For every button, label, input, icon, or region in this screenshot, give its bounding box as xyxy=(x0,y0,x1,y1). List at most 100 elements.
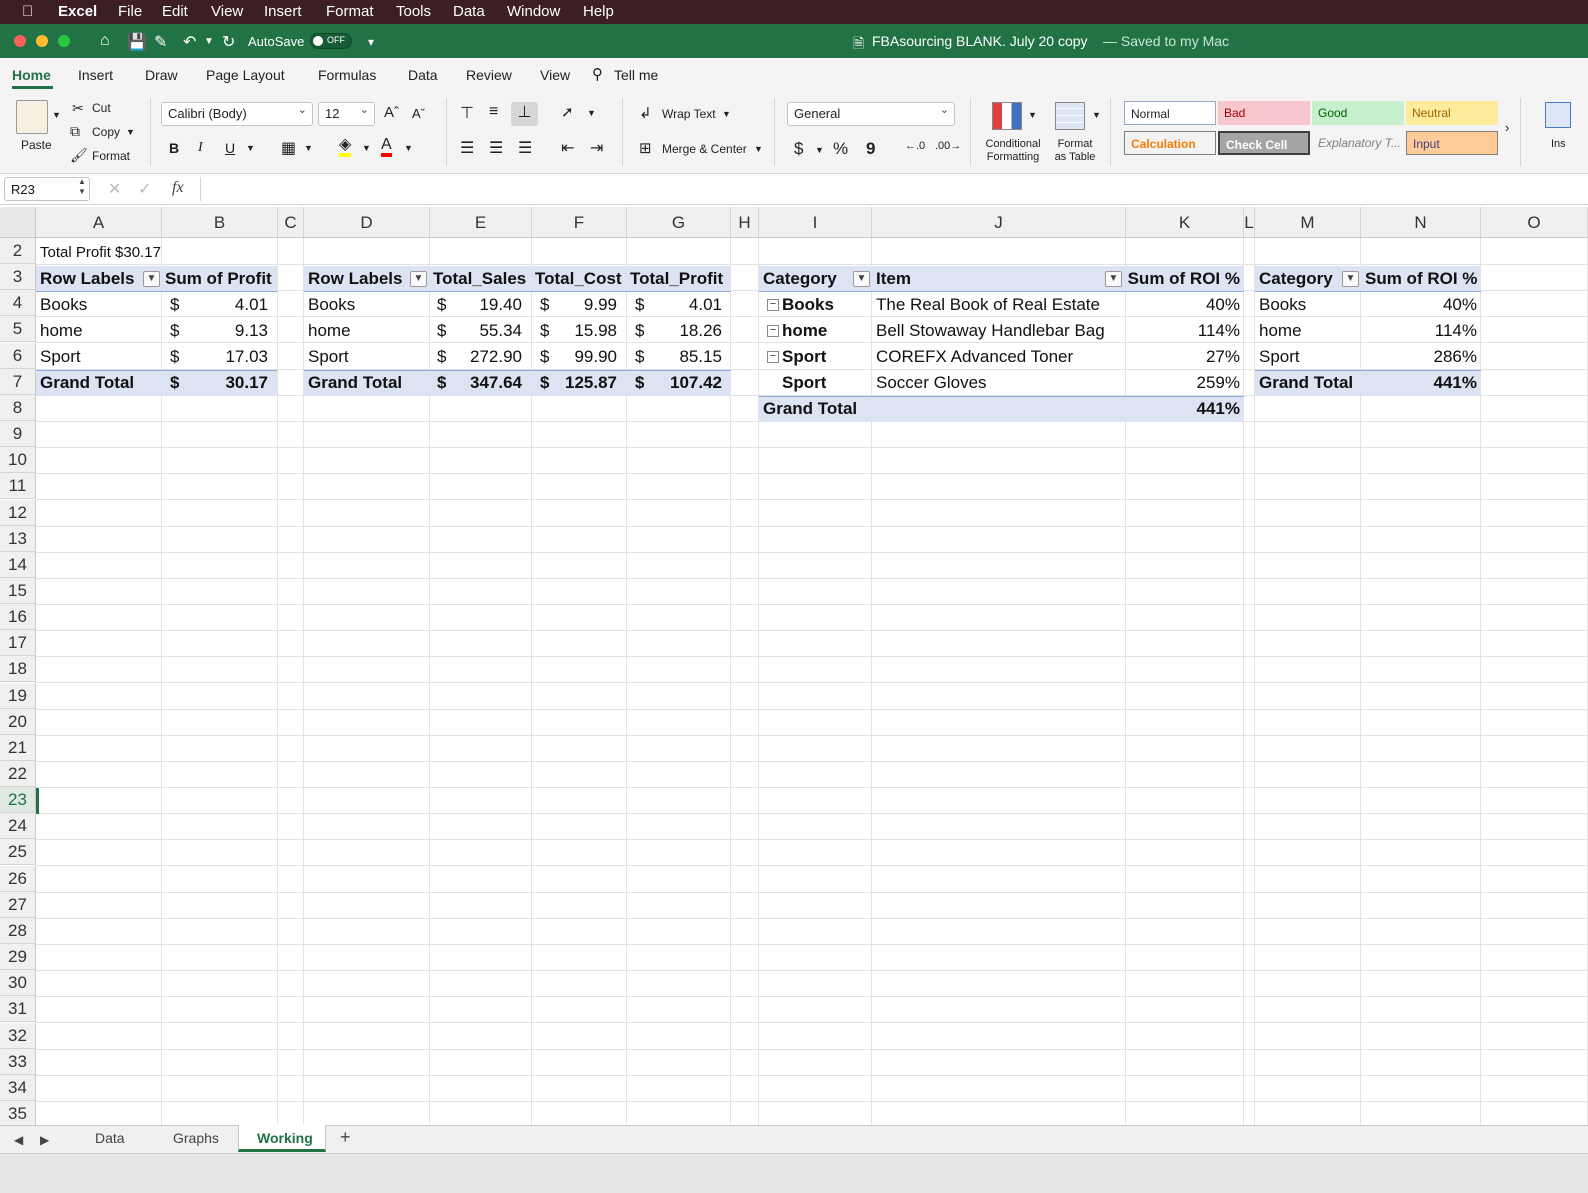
fill-color-icon[interactable]: ◈ xyxy=(339,137,352,157)
pivot4-roi-home[interactable]: 114% xyxy=(1365,318,1477,344)
pivot1-label-sport[interactable]: Sport xyxy=(40,344,81,370)
scissors-icon[interactable]: ✂ xyxy=(72,100,84,117)
row-header-3[interactable]: 3 xyxy=(0,264,36,291)
spreadsheet-grid[interactable]: ABCDEFGHIJKLMNO 2 3 4 5 6 7 8 9 10 11 12 13 14 15 16 17… xyxy=(0,207,1588,1137)
pivot2-label-home[interactable]: home xyxy=(308,318,351,344)
pivot2-sales-sport[interactable]: 272.90 xyxy=(455,344,522,370)
row-header-25[interactable]: 25 xyxy=(0,839,36,866)
column-header-c[interactable]: C xyxy=(278,207,304,238)
sheet-tab-working[interactable]: Working xyxy=(257,1130,313,1146)
pivot2-sales-books[interactable]: 19.40 xyxy=(455,292,522,318)
row-header-21[interactable]: 21 xyxy=(0,734,36,761)
font-color-dropdown-icon[interactable]: ▼ xyxy=(404,143,413,153)
insert-cells-icon[interactable] xyxy=(1545,102,1571,128)
currency-button[interactable]: $ xyxy=(794,139,803,159)
column-header-m[interactable]: M xyxy=(1255,207,1361,238)
column-header-a[interactable]: A xyxy=(36,207,162,238)
align-bottom-icon[interactable]: ⊥ xyxy=(511,102,538,126)
name-box-stepper-icon[interactable]: ▲ ▼ xyxy=(78,177,86,197)
menu-window[interactable]: Window xyxy=(507,3,560,20)
row-header-9[interactable]: 9 xyxy=(0,421,36,448)
row-header-30[interactable]: 30 xyxy=(0,970,36,997)
insert-function-button[interactable]: fx xyxy=(172,179,184,197)
pivot3-roi-2[interactable]: 114% xyxy=(1126,318,1240,344)
format-painter-button[interactable]: Format xyxy=(92,149,130,163)
filter-dropdown-icon[interactable]: ▼ xyxy=(410,271,427,287)
row-header-6[interactable]: 6 xyxy=(0,342,36,369)
font-name-dropdown[interactable]: Calibri (Body) xyxy=(161,102,313,126)
pivot2-label-books[interactable]: Books xyxy=(308,292,355,318)
pivot1-grand-total-label[interactable]: Grand Total xyxy=(40,370,134,396)
decrease-indent-icon[interactable]: ⇤ xyxy=(561,138,574,158)
pivot3-grand-total-label[interactable]: Grand Total xyxy=(763,396,857,422)
row-header-12[interactable]: 12 xyxy=(0,499,36,526)
tab-formulas[interactable]: Formulas xyxy=(318,67,376,83)
pivot1-label-home[interactable]: home xyxy=(40,318,83,344)
pivot1-value-books[interactable]: 4.01 xyxy=(190,292,268,318)
undo-dropdown-icon[interactable]: ▼ xyxy=(204,36,214,47)
number-format-dropdown[interactable]: General xyxy=(787,102,955,126)
edit-icon[interactable]: ✎ xyxy=(154,32,167,52)
menu-tools[interactable]: Tools xyxy=(396,3,431,20)
pivot3-header-category[interactable]: Category xyxy=(763,266,837,292)
conditional-formatting-button[interactable]: Conditional Formatting xyxy=(982,138,1044,164)
conditional-formatting-dropdown-icon[interactable]: ▼ xyxy=(1028,110,1037,120)
row-header-32[interactable]: 32 xyxy=(0,1022,36,1049)
pivot2-profit-sport[interactable]: 85.15 xyxy=(652,344,722,370)
add-sheet-button[interactable]: + xyxy=(340,1127,351,1148)
column-header-l[interactable]: L xyxy=(1244,207,1255,238)
column-header-o[interactable]: O xyxy=(1481,207,1588,238)
row-header-2[interactable]: 2 xyxy=(0,238,36,264)
cell-a2[interactable]: Total Profit $30.17 xyxy=(40,240,161,266)
pivot3-item-4[interactable]: Soccer Gloves xyxy=(876,370,987,396)
pivot3-cat-sport[interactable]: Sport xyxy=(782,344,826,370)
formula-input[interactable] xyxy=(200,177,1580,201)
pivot2-sales-home[interactable]: 55.34 xyxy=(455,318,522,344)
italic-button[interactable]: I xyxy=(198,140,203,156)
orientation-dropdown-icon[interactable]: ▼ xyxy=(587,108,596,118)
align-left-icon[interactable]: ☰ xyxy=(460,138,474,158)
format-as-table-button[interactable]: Format as Table xyxy=(1050,138,1100,164)
row-header-17[interactable]: 17 xyxy=(0,630,36,657)
tab-review[interactable]: Review xyxy=(466,67,512,83)
pivot2-profit-books[interactable]: 4.01 xyxy=(652,292,722,318)
active-sheet-tab[interactable]: Working xyxy=(238,1125,326,1152)
pivot3-item-2[interactable]: Bell Stowaway Handlebar Bag xyxy=(876,318,1105,344)
select-all-corner[interactable] xyxy=(0,207,36,238)
style-calculation[interactable]: Calculation xyxy=(1124,131,1216,155)
tab-view[interactable]: View xyxy=(540,67,570,83)
increase-decimal-icon[interactable]: ←.0 xyxy=(905,140,925,152)
pivot3-cat-books[interactable]: Books xyxy=(782,292,834,318)
pivot2-cost-books[interactable]: 9.99 xyxy=(557,292,617,318)
row-header-29[interactable]: 29 xyxy=(0,944,36,971)
paste-button[interactable]: Paste xyxy=(21,138,52,152)
apple-icon[interactable]:  xyxy=(22,3,33,20)
pivot3-cat-home[interactable]: home xyxy=(782,318,827,344)
style-bad[interactable]: Bad xyxy=(1218,101,1310,125)
filter-dropdown-icon[interactable]: ▼ xyxy=(853,271,870,287)
pivot1-grand-total-value[interactable]: 30.17 xyxy=(190,370,268,396)
menu-help[interactable]: Help xyxy=(583,3,614,20)
style-normal[interactable]: Normal xyxy=(1124,101,1216,125)
format-painter-icon[interactable]: 🖌 xyxy=(70,147,88,164)
pivot2-cost-sport[interactable]: 99.90 xyxy=(557,344,617,370)
pivot2-sales-total[interactable]: 347.64 xyxy=(455,370,522,396)
pivot2-header-total-sales[interactable]: Total_Sales xyxy=(433,266,526,292)
pivot2-cost-total[interactable]: 125.87 xyxy=(557,370,617,396)
pivot4-header-roi[interactable]: Sum of ROI % xyxy=(1365,266,1477,292)
row-header-22[interactable]: 22 xyxy=(0,761,36,787)
pivot3-roi-3[interactable]: 27% xyxy=(1126,344,1240,370)
style-neutral[interactable]: Neutral xyxy=(1406,101,1498,125)
pivot2-header-total-profit[interactable]: Total_Profit xyxy=(630,266,723,292)
pivot2-label-sport[interactable]: Sport xyxy=(308,344,349,370)
tab-insert[interactable]: Insert xyxy=(78,67,113,83)
merge-dropdown-icon[interactable]: ▼ xyxy=(754,144,763,154)
format-as-table-dropdown-icon[interactable]: ▼ xyxy=(1092,110,1101,120)
decrease-decimal-icon[interactable]: .00→ xyxy=(935,140,961,152)
menu-data[interactable]: Data xyxy=(453,3,485,20)
pivot3-roi-1[interactable]: 40% xyxy=(1126,292,1240,318)
row-header-7[interactable]: 7 xyxy=(0,368,36,395)
zoom-window-button[interactable] xyxy=(58,35,70,47)
column-header-e[interactable]: E xyxy=(430,207,532,238)
row-header-19[interactable]: 19 xyxy=(0,682,36,709)
